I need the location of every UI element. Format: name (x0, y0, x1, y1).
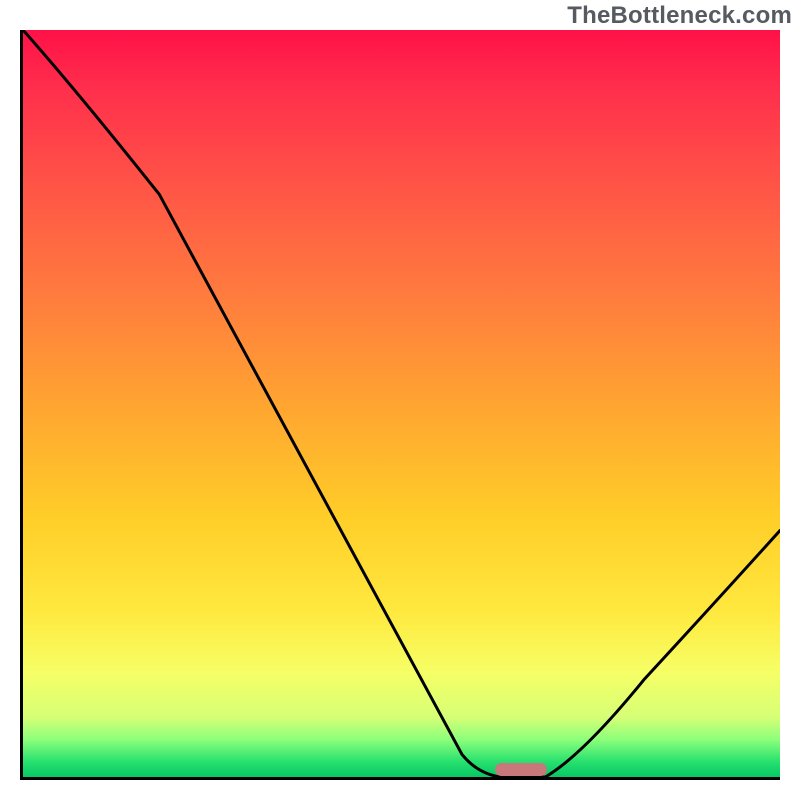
watermark-text: TheBottleneck.com (567, 2, 792, 30)
plot-frame (20, 30, 780, 780)
chart-container: TheBottleneck.com (0, 0, 800, 800)
optimal-marker (495, 763, 547, 776)
bottleneck-curve (23, 30, 780, 777)
